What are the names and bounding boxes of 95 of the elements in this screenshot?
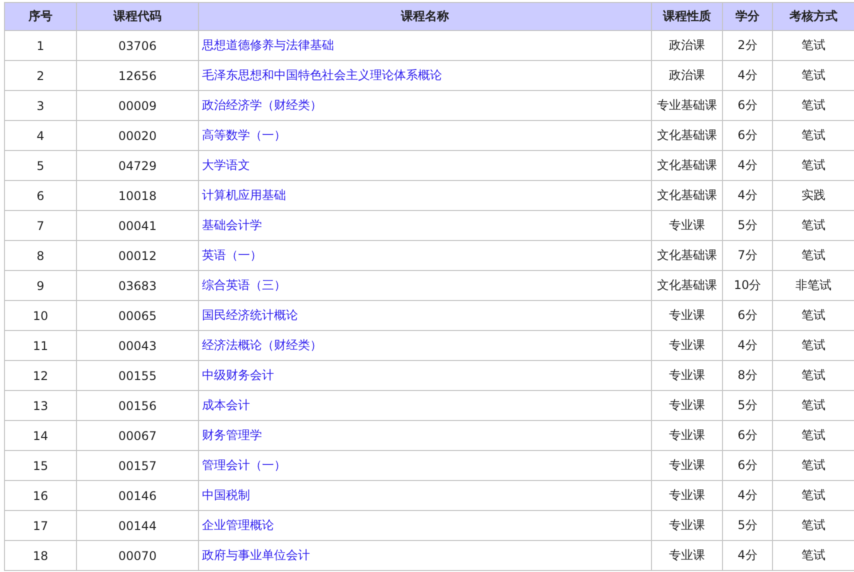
course-link[interactable]: 国民经济统计概论 [202,308,298,322]
table-cell: 16 [4,480,76,510]
course-link[interactable]: 基础会计学 [202,218,262,232]
table-cell: 4分 [722,480,772,510]
table-cell: 00144 [76,510,198,540]
table-cell: 8 [4,240,76,270]
table-cell: 6分 [722,300,772,330]
course-link[interactable]: 管理会计（一） [202,458,286,472]
table-cell: 4分 [722,540,772,570]
table-cell: 00041 [76,210,198,240]
table-cell: 18 [4,540,76,570]
table-cell: 文化基础课 [652,150,722,180]
table-cell: 00020 [76,120,198,150]
table-cell: 1 [4,30,76,60]
course-link[interactable]: 中级财务会计 [202,368,274,382]
table-cell: 00012 [76,240,198,270]
table-cell: 专业课 [652,330,722,360]
table-cell: 6分 [722,450,772,480]
table-cell: 10018 [76,180,198,210]
table-cell: 文化基础课 [652,270,722,300]
table-cell: 文化基础课 [652,120,722,150]
column-header: 序号 [4,2,76,30]
column-header: 课程性质 [652,2,722,30]
course-link[interactable]: 英语（一） [202,248,262,262]
table-cell: 6 [4,180,76,210]
table-cell: 00009 [76,90,198,120]
column-header: 课程名称 [198,2,652,30]
course-link[interactable]: 政治经济学（财经类） [202,98,322,112]
table-cell: 03706 [76,30,198,60]
table-cell: 8分 [722,360,772,390]
table-cell: 12656 [76,60,198,90]
column-header: 课程代码 [76,2,198,30]
table-cell: 9 [4,270,76,300]
table-cell: 4分 [722,150,772,180]
table-cell: 专业课 [652,360,722,390]
table-cell: 5分 [722,390,772,420]
table-cell: 17 [4,510,76,540]
table-cell: 00146 [76,480,198,510]
table-cell: 5 [4,150,76,180]
table-cell: 专业课 [652,300,722,330]
table-cell: 文化基础课 [652,240,722,270]
course-link[interactable]: 中国税制 [202,488,250,502]
table-cell: 政治课 [652,30,722,60]
table-cell: 00070 [76,540,198,570]
table-cell: 10 [4,300,76,330]
course-link[interactable]: 经济法概论（财经类） [202,338,322,352]
course-link[interactable]: 高等数学（一） [202,128,286,142]
column-header: 考核方式 [772,2,854,30]
table-cell: 15 [4,450,76,480]
table-cell: 10分 [722,270,772,300]
table-cell: 7 [4,210,76,240]
table-cell: 4分 [722,180,772,210]
table-cell: 6分 [722,120,772,150]
table-cell: 专业课 [652,450,722,480]
table-cell: 00155 [76,360,198,390]
table-cell: 专业课 [652,390,722,420]
table-cell: 2 [4,60,76,90]
course-link[interactable]: 计算机应用基础 [202,188,286,202]
course-link[interactable]: 财务管理学 [202,428,262,442]
column-header: 学分 [722,2,772,30]
table-cell: 政治课 [652,60,722,90]
course-link[interactable]: 思想道德修养与法律基础 [202,38,334,52]
table-cell: 专业课 [652,210,722,240]
table-cell: 04729 [76,150,198,180]
table-cell: 3 [4,90,76,120]
table-cell: 00065 [76,300,198,330]
table-cell: 03683 [76,270,198,300]
table-cell: 5分 [722,510,772,540]
course-link[interactable]: 政府与事业单位会计 [202,548,310,562]
course-link[interactable]: 企业管理概论 [202,518,274,532]
table-cell: 14 [4,420,76,450]
table-cell: 专业课 [652,540,722,570]
table-cell: 专业基础课 [652,90,722,120]
table-cell: 5分 [722,210,772,240]
table-cell: 文化基础课 [652,180,722,210]
table-cell: 专业课 [652,510,722,540]
table-cell: 12 [4,360,76,390]
table-cell: 7分 [722,240,772,270]
table-cell: 4分 [722,60,772,90]
table-cell: 专业课 [652,480,722,510]
table-cell: 00043 [76,330,198,360]
course-link[interactable]: 成本会计 [202,398,250,412]
course-link[interactable]: 综合英语（三） [202,278,286,292]
table-cell: 4 [4,120,76,150]
table-cell: 00157 [76,450,198,480]
table-cell: 00067 [76,420,198,450]
table-cell: 00156 [76,390,198,420]
table-cell: 2分 [722,30,772,60]
table-cell: 6分 [722,420,772,450]
table-cell: 4分 [722,330,772,360]
table-cell: 13 [4,390,76,420]
course-link[interactable]: 大学语文 [202,158,250,172]
table-cell: 6分 [722,90,772,120]
table-cell: 11 [4,330,76,360]
table-cell: 专业课 [652,420,722,450]
